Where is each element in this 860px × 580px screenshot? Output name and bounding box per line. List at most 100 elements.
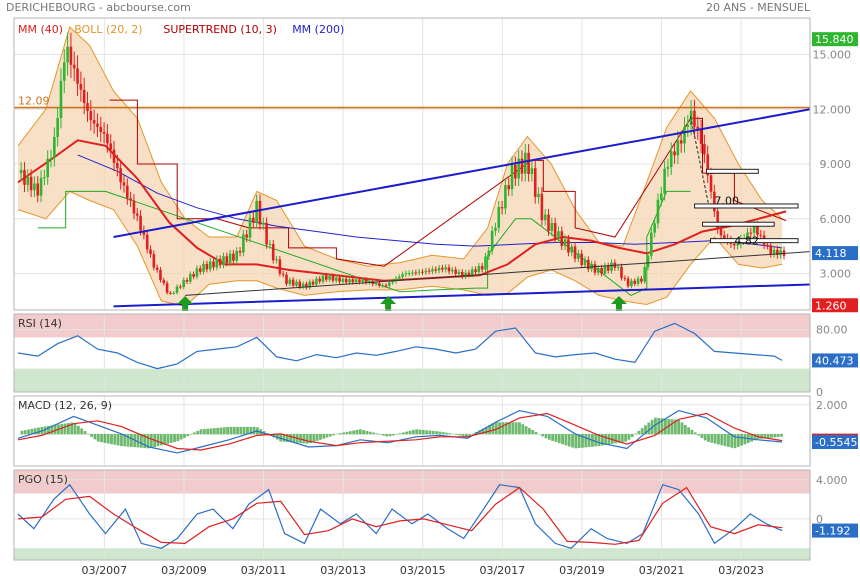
candle-body — [451, 269, 454, 272]
candle-body — [235, 250, 239, 261]
histogram-bar — [571, 433, 574, 448]
candle-body — [252, 217, 255, 223]
histogram-bar — [202, 428, 206, 435]
histogram-bar — [435, 431, 438, 435]
candle-body — [62, 62, 66, 81]
candle-body — [567, 239, 570, 253]
y-tick-label: 15.000 — [813, 49, 852, 62]
candle-body — [202, 263, 205, 272]
histogram-bar — [624, 433, 627, 442]
value-label: -0.5545 — [812, 435, 858, 450]
candle-body — [779, 250, 782, 255]
candle-body — [205, 263, 209, 270]
candle-body — [424, 270, 428, 273]
histogram-bar — [212, 428, 216, 435]
x-tick-label: 03/2023 — [718, 564, 764, 577]
candle-body — [507, 185, 511, 190]
histogram-bar — [620, 433, 624, 443]
candle-body — [189, 274, 192, 282]
candle-body — [132, 200, 136, 214]
price-panel: 3.000 6.000 9.000 12.000 15.000 12.09 7.00 4.82… — [13, 17, 858, 313]
candle-body — [719, 228, 723, 236]
candle-body — [33, 183, 36, 191]
candle-body — [116, 162, 119, 169]
level-box — [706, 168, 759, 174]
histogram-bar — [348, 431, 352, 435]
candle-body — [527, 152, 530, 174]
histogram-bar — [236, 426, 239, 435]
histogram-bar — [23, 430, 27, 435]
histogram-bar — [229, 426, 233, 435]
candle-body — [125, 185, 129, 199]
candle-body — [112, 149, 116, 163]
candle-body — [514, 164, 517, 179]
candle-body — [331, 275, 335, 281]
histogram-bar — [83, 431, 87, 435]
candle-body — [23, 169, 26, 185]
histogram-bar — [537, 433, 541, 435]
candle-body — [653, 223, 656, 233]
histogram-bar — [103, 433, 107, 443]
candle-body — [159, 269, 162, 281]
stock-chart: 3.000 6.000 9.000 12.000 15.000 12.09 7.00 4.82… — [13, 17, 858, 577]
histogram-bar — [126, 433, 130, 447]
histogram-bar — [584, 433, 588, 448]
candle-body — [766, 244, 769, 246]
histogram-bar — [110, 433, 113, 445]
histogram-bar — [697, 433, 700, 436]
candle-body — [454, 269, 457, 274]
x-tick-label: 03/2019 — [559, 564, 605, 577]
y-tick-label: 4.000 — [816, 474, 848, 487]
candle-body — [593, 263, 597, 273]
candle-body — [553, 222, 557, 239]
candle-body — [185, 279, 189, 282]
candle-body — [580, 253, 583, 266]
histogram-bar — [63, 423, 67, 435]
histogram-bar — [27, 429, 30, 435]
candle-body — [29, 176, 33, 191]
histogram-bar — [770, 433, 773, 438]
candle-body — [683, 126, 686, 144]
histogram-bar — [554, 433, 558, 442]
oversold-zone — [14, 368, 810, 392]
candle-body — [378, 283, 381, 286]
histogram-bar — [670, 419, 674, 435]
candle-body — [285, 274, 288, 284]
candle-body — [39, 177, 43, 196]
histogram-bar — [766, 433, 770, 439]
candle-body — [467, 272, 471, 275]
histogram-bar — [461, 433, 465, 436]
histogram-bar — [634, 433, 637, 435]
candle-body — [533, 168, 537, 198]
candle-body — [89, 111, 93, 121]
histogram-bar — [395, 433, 399, 435]
histogram-bar — [325, 433, 329, 438]
histogram-bar — [524, 426, 528, 435]
candle-body — [381, 285, 384, 287]
histogram-bar — [713, 433, 717, 444]
histogram-bar — [594, 433, 598, 447]
candle-body — [245, 234, 248, 238]
candle-body — [145, 234, 149, 250]
histogram-bar — [464, 433, 468, 437]
candle-body — [543, 214, 547, 221]
histogram-bar — [358, 429, 362, 435]
histogram-bar — [408, 430, 412, 435]
candle-body — [175, 286, 179, 293]
histogram-bar — [312, 433, 316, 442]
histogram-bar — [106, 433, 110, 444]
histogram-bar — [637, 430, 641, 435]
histogram-bar — [564, 433, 568, 446]
x-tick-label: 03/2021 — [639, 564, 685, 577]
candle-body — [311, 281, 315, 285]
candle-body — [179, 286, 182, 288]
candle-body — [149, 249, 152, 255]
candle-body — [676, 140, 680, 156]
candle-body — [388, 282, 391, 286]
histogram-bar — [173, 433, 176, 443]
histogram-bar — [677, 419, 681, 435]
candle-body — [557, 231, 560, 239]
candle-body — [391, 281, 394, 283]
histogram-bar — [206, 428, 210, 435]
candle-body — [36, 183, 40, 196]
